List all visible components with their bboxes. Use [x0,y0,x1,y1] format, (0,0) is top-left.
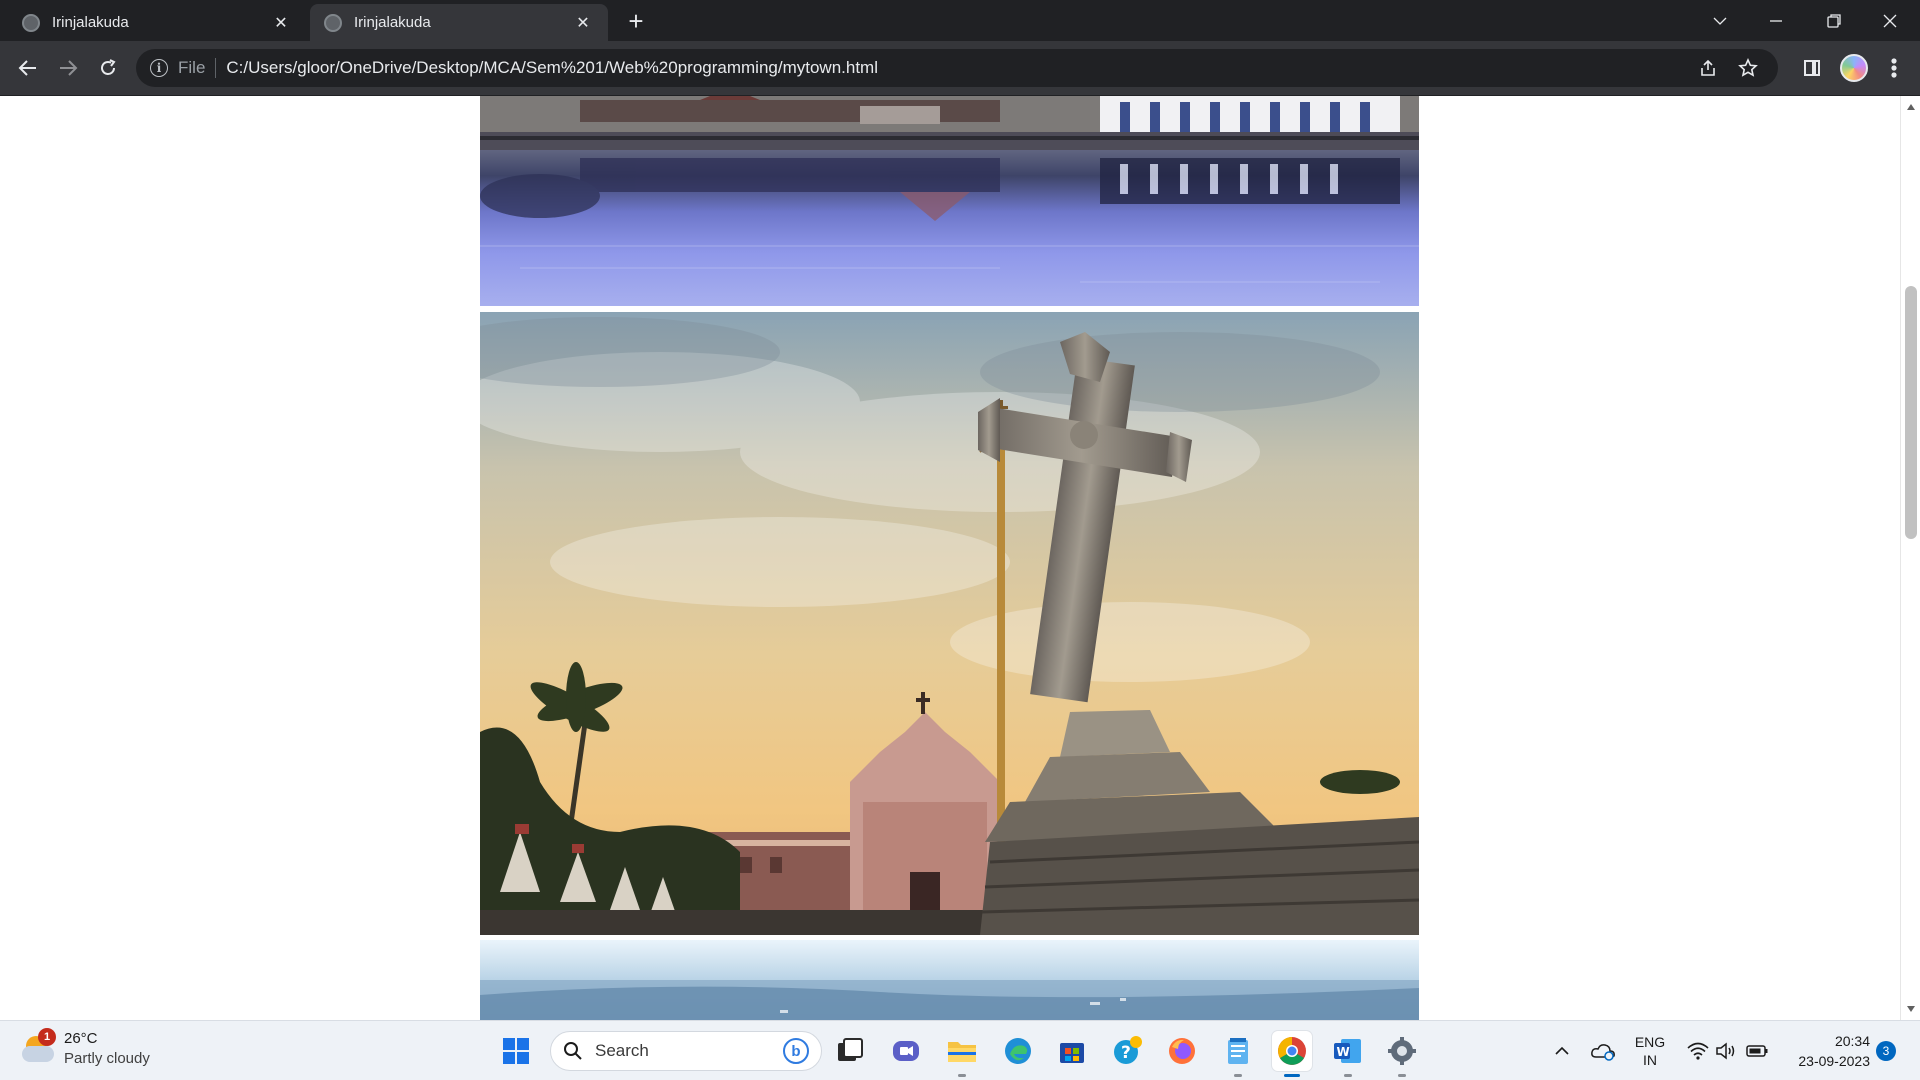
scroll-down-arrow[interactable] [1907,1006,1915,1012]
tab-strip: Irinjalakuda ✕ Irinjalakuda ✕ + [0,0,1920,41]
profile-avatar[interactable] [1838,52,1870,84]
tab-title: Irinjalakuda [354,14,431,31]
clock-date: 23-09-2023 [1798,1053,1870,1069]
url-text[interactable]: C:/Users/gloor/OneDrive/Desktop/MCA/Sem%… [226,58,1684,78]
word-icon[interactable]: W [1328,1031,1368,1077]
bookmark-star-icon[interactable] [1732,52,1764,84]
menu-kebab-icon[interactable] [1878,52,1910,84]
weather-badge: 1 [38,1028,56,1046]
notepad-icon[interactable] [1218,1031,1258,1077]
taskbar-search-box[interactable]: Search b [550,1031,822,1071]
clock-time: 20:34 [1834,1033,1870,1049]
microsoft-store-icon[interactable] [1052,1031,1092,1071]
scheme-label: File [178,58,206,77]
chrome-icon[interactable] [1272,1031,1312,1077]
omnibox-divider [215,58,217,78]
address-bar[interactable]: i File C:/Users/gloor/OneDrive/Desktop/M… [136,49,1778,87]
windows-start-icon[interactable] [496,1031,536,1071]
search-icon [564,1042,582,1060]
wifi-icon[interactable] [1684,1021,1712,1080]
page-scrollbar[interactable] [1900,96,1920,1020]
new-tab-button[interactable]: + [622,8,650,36]
language-code: ENG [1634,1034,1666,1050]
onedrive-sync-icon[interactable] [1586,1021,1620,1080]
svg-text:W: W [1337,1045,1350,1059]
scroll-thumb[interactable] [1905,286,1917,540]
edge-icon[interactable] [998,1031,1038,1071]
temple-photo [480,96,1419,306]
site-info-icon[interactable]: i [150,59,168,77]
globe-icon [22,13,40,32]
page-viewport [0,96,1900,1020]
search-placeholder: Search [595,1041,649,1060]
running-indicator [1344,1074,1352,1077]
settings-gear-icon[interactable] [1382,1031,1422,1077]
firefox-icon[interactable] [1162,1031,1202,1071]
file-explorer-icon[interactable] [942,1031,982,1077]
clock[interactable]: 20:34 23-09-2023 [1780,1021,1870,1080]
back-button[interactable] [12,52,44,84]
show-hidden-icons-chevron-icon[interactable] [1548,1021,1576,1080]
svg-text:?: ? [1121,1043,1131,1063]
church-photo [480,312,1419,935]
running-indicator [1234,1074,1242,1077]
windows-taskbar: 1 26°C Partly cloudy Search b ? W ENG IN… [0,1020,1920,1080]
weather-condition: Partly cloudy [64,1050,150,1067]
side-panel-icon[interactable] [1796,52,1828,84]
close-window-button[interactable] [1862,0,1918,41]
share-icon[interactable] [1692,52,1724,84]
running-indicator [958,1074,966,1077]
volume-icon[interactable] [1712,1021,1740,1080]
bing-icon[interactable]: b [783,1038,809,1064]
close-tab-icon[interactable]: ✕ [270,12,292,34]
tab-irinjalakuda-2[interactable]: Irinjalakuda ✕ [310,4,608,41]
close-tab-icon[interactable]: ✕ [572,12,594,34]
scroll-up-arrow[interactable] [1907,104,1915,110]
reload-button[interactable] [92,52,124,84]
globe-icon [324,13,342,32]
help-icon[interactable]: ? [1108,1031,1148,1071]
avatar [1840,54,1868,82]
task-view-icon[interactable] [830,1031,870,1071]
teams-chat-icon[interactable] [886,1031,926,1071]
tab-search-chevron-icon[interactable] [1692,0,1748,41]
tab-irinjalakuda-1[interactable]: Irinjalakuda ✕ [8,4,306,41]
weather-temperature: 26°C [64,1030,98,1047]
language-indicator[interactable]: ENG IN [1630,1021,1670,1080]
restore-button[interactable] [1806,0,1862,41]
browser-toolbar: i File C:/Users/gloor/OneDrive/Desktop/M… [0,41,1920,96]
notification-count-badge: 3 [1876,1041,1896,1061]
weather-widget[interactable]: 1 26°C Partly cloudy [22,1028,150,1069]
running-indicator [1398,1074,1406,1077]
tab-title: Irinjalakuda [52,14,129,31]
language-region: IN [1643,1052,1657,1068]
partly-cloudy-icon: 1 [22,1028,56,1064]
minimize-button[interactable] [1748,0,1804,41]
aerial-photo [480,940,1419,1020]
battery-icon[interactable] [1742,1021,1772,1080]
forward-button[interactable] [52,52,84,84]
running-indicator [1284,1074,1300,1077]
notification-center[interactable]: 3 [1874,1021,1898,1080]
